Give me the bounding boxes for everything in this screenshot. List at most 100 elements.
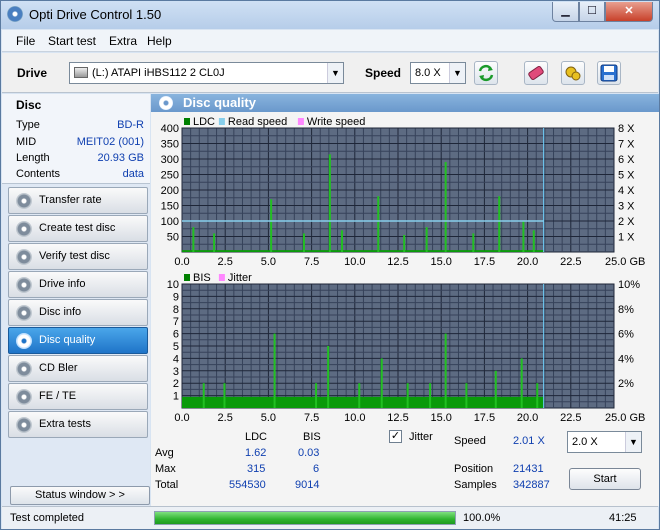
drive-select[interactable]: (L:) ATAPI iHBS112 2 CL0J ▼: [69, 62, 344, 84]
start-button[interactable]: Start: [569, 468, 641, 490]
nav-verify-test-disc[interactable]: Verify test disc: [8, 243, 148, 270]
legend-swatch: [297, 118, 304, 125]
bar: [213, 233, 216, 252]
menu-bar: File Start test Extra Help: [2, 30, 658, 52]
y-tick-label: 4: [173, 353, 179, 365]
bar: [429, 383, 432, 408]
elapsed-time: 41:25: [609, 512, 637, 524]
menu-start-test[interactable]: Start test: [48, 34, 96, 48]
nav-label: CD Bler: [39, 362, 78, 374]
charts-area: LDC Read speed Write speed4003503002502001…: [161, 116, 646, 424]
bar: [270, 199, 273, 252]
bar: [380, 358, 383, 408]
bar: [223, 383, 226, 408]
nav-transfer-rate[interactable]: Transfer rate: [8, 187, 148, 214]
maximize-button[interactable]: ☐: [579, 2, 605, 22]
y-tick-label: 7: [173, 316, 179, 328]
x-tick-label: 5.0: [261, 412, 276, 424]
nav-label: FE / TE: [39, 390, 77, 402]
jitter-checkbox[interactable]: ✓: [389, 430, 402, 443]
test-speed-select[interactable]: 2.0 X ▼: [567, 431, 642, 453]
progress-fill: [155, 512, 455, 524]
x-tick-label: 5.0: [261, 256, 276, 268]
nav-cd-bler[interactable]: CD Bler: [8, 355, 148, 382]
nav-extra-tests[interactable]: Extra tests: [8, 411, 148, 438]
save-icon[interactable]: [597, 61, 621, 85]
y2-tick-label: 10%: [618, 279, 640, 291]
bar: [425, 227, 428, 252]
status-text: Test completed: [10, 512, 84, 524]
bar: [273, 333, 276, 408]
nav-disc-quality[interactable]: Disc quality: [8, 327, 148, 354]
x-tick-label: 15.0: [430, 412, 451, 424]
y2-tick-label: 8 X: [618, 123, 635, 135]
panel-header: Disc quality: [151, 94, 659, 112]
speed-select[interactable]: 8.0 X ▼: [410, 62, 466, 84]
bar-baseline: [182, 250, 544, 252]
legend-swatch: [184, 118, 190, 125]
drive-label: Drive: [17, 66, 48, 80]
bar: [444, 162, 447, 252]
x-tick-label: 22.5: [560, 412, 581, 424]
legend-label: Read speed: [228, 116, 287, 128]
stats-avg-bis: 0.03: [298, 447, 320, 459]
refresh-icon[interactable]: [474, 61, 498, 85]
bar: [494, 370, 497, 408]
close-button[interactable]: ✕: [605, 2, 653, 22]
minimize-button[interactable]: ▁: [552, 2, 579, 22]
samples-label: Samples: [454, 479, 497, 491]
jitter-label: Jitter: [409, 431, 433, 443]
eraser-icon[interactable]: [524, 61, 548, 85]
chevron-down-icon: ▼: [327, 63, 343, 83]
disc-icon: [16, 249, 32, 265]
stats-row-label: Total: [155, 479, 179, 491]
samples-value: 342887: [513, 479, 550, 491]
disc-quality-icon: [159, 96, 173, 110]
bar: [522, 221, 525, 252]
y-tick-label: 6: [173, 329, 179, 341]
panel-title: Disc quality: [183, 95, 256, 110]
status-window-button[interactable]: Status window > >: [10, 486, 150, 505]
disc-icon: [16, 277, 32, 293]
bar: [520, 358, 523, 408]
ldc-chart: LDC Read speed Write speed 400 350 300 250 200 1…: [161, 116, 646, 268]
y-tick-label: 250: [161, 170, 179, 182]
y-tick-label: 300: [161, 154, 179, 166]
bar: [315, 383, 318, 408]
disc-row-key: Contents: [16, 168, 61, 180]
y2-tick-label: 4 X: [618, 185, 635, 197]
disc-row-value: BD-R: [117, 119, 144, 131]
nav-create-test-disc[interactable]: Create test disc: [8, 215, 148, 242]
disc-row-key: Type: [16, 119, 40, 131]
legend-label: LDC: [193, 116, 215, 128]
bar: [403, 234, 406, 252]
legend-swatch: [218, 118, 225, 125]
bar: [328, 154, 331, 252]
disc-row: MID MEIT02 (001): [16, 136, 144, 150]
x-tick-label: 15.0: [430, 256, 451, 268]
stats-col-bis: BIS: [303, 431, 321, 443]
nav-disc-info[interactable]: Disc info: [8, 299, 148, 326]
nav-label: Transfer rate: [39, 194, 102, 206]
disc-info-panel: Disc Type BD-R MID MEIT02 (001) Length 20.9…: [2, 94, 150, 184]
menu-extra[interactable]: Extra: [109, 34, 137, 48]
nav-drive-info[interactable]: Drive info: [8, 271, 148, 298]
nav-fe-te[interactable]: FE / TE: [8, 383, 148, 410]
x-tick-label: 17.5: [474, 412, 495, 424]
stats-max-bis: 6: [313, 463, 320, 475]
disc-heading: Disc: [16, 98, 42, 112]
y2-tick-label: 5 X: [618, 170, 635, 182]
nav-label: Extra tests: [39, 418, 91, 430]
nav-label: Create test disc: [39, 222, 116, 234]
disc-row-key: Length: [16, 152, 50, 164]
bar: [406, 383, 409, 408]
disc-icon: [16, 305, 32, 321]
menu-help[interactable]: Help: [147, 34, 172, 48]
legend-swatch: [218, 274, 225, 281]
toolbar: Drive (L:) ATAPI iHBS112 2 CL0J ▼ Speed …: [2, 53, 658, 93]
settings-icon[interactable]: [561, 61, 585, 85]
main-panel: Disc quality LDC Read speed Write speed 400…: [151, 94, 659, 506]
disc-icon: [16, 417, 32, 433]
menu-file[interactable]: File: [16, 34, 35, 48]
legend-label: Jitter: [228, 272, 252, 284]
